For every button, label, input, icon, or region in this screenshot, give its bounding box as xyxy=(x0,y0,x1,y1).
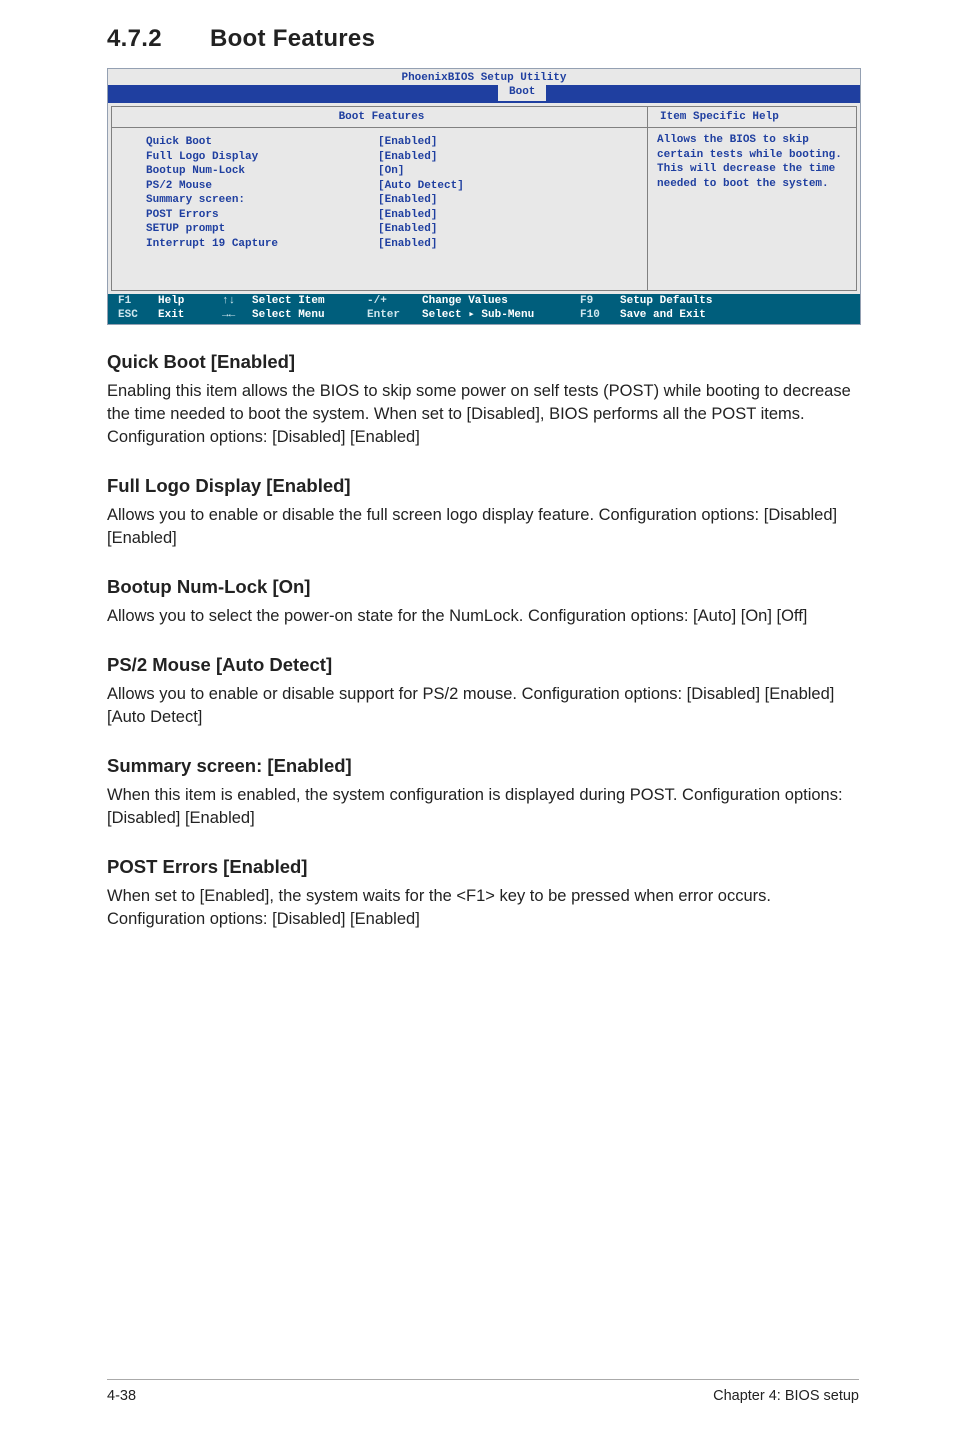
bios-window-title: PhoenixBIOS Setup Utility xyxy=(108,69,860,85)
body-bootup-numlock: Allows you to select the power-on state … xyxy=(107,605,859,628)
label-select-menu: Select Menu xyxy=(252,309,367,323)
footer-keys-4: F9 F10 xyxy=(580,295,620,323)
body-ps2-mouse: Allows you to enable or disable support … xyxy=(107,683,859,729)
footer-labels-4: Setup Defaults Save and Exit xyxy=(620,295,854,323)
option-value: [Enabled] xyxy=(378,208,637,223)
label-change-values: Change Values xyxy=(422,295,580,309)
footer-labels-2: Select Item Select Menu xyxy=(252,295,367,323)
footer-keys-3: -/+ Enter xyxy=(367,295,422,323)
option-interrupt-19-capture[interactable]: Interrupt 19 Capture [Enabled] xyxy=(146,237,637,252)
label-exit: Exit xyxy=(158,309,222,323)
body-summary-screen: When this item is enabled, the system co… xyxy=(107,784,859,830)
label-help: Help xyxy=(158,295,222,309)
left-panel-title: Boot Features xyxy=(112,107,647,128)
option-value: [Enabled] xyxy=(378,135,637,150)
page-footer: 4-38 Chapter 4: BIOS setup xyxy=(107,1379,859,1406)
bios-options-list: Quick Boot [Enabled] Full Logo Display [… xyxy=(112,127,647,290)
key-plusminus: -/+ xyxy=(367,295,422,309)
key-f1: F1 xyxy=(118,295,158,309)
key-updown: ↑↓ xyxy=(222,295,252,309)
option-label: Interrupt 19 Capture xyxy=(146,237,378,252)
bios-window: PhoenixBIOS Setup Utility Boot Boot Feat… xyxy=(107,68,861,325)
bios-left-panel: Boot Features Quick Boot [Enabled] Full … xyxy=(111,106,647,292)
key-f9: F9 xyxy=(580,295,620,309)
page: 4.7.2 Boot Features PhoenixBIOS Setup Ut… xyxy=(0,0,954,1438)
option-summary-screen[interactable]: Summary screen: [Enabled] xyxy=(146,193,637,208)
option-bootup-numlock[interactable]: Bootup Num-Lock [On] xyxy=(146,164,637,179)
footer-keys-1: F1 ESC xyxy=(118,295,158,323)
subhead-full-logo: Full Logo Display [Enabled] xyxy=(107,473,859,499)
help-panel-title: Item Specific Help xyxy=(648,107,856,128)
label-select-item: Select Item xyxy=(252,295,367,309)
option-value: [On] xyxy=(378,164,637,179)
subhead-ps2-mouse: PS/2 Mouse [Auto Detect] xyxy=(107,652,859,678)
section-heading: 4.7.2 Boot Features xyxy=(107,22,859,56)
option-quick-boot[interactable]: Quick Boot [Enabled] xyxy=(146,135,637,150)
option-ps2-mouse[interactable]: PS/2 Mouse [Auto Detect] xyxy=(146,179,637,194)
option-value: [Enabled] xyxy=(378,150,637,165)
subhead-bootup-numlock: Bootup Num-Lock [On] xyxy=(107,574,859,600)
bios-help-panel: Item Specific Help Allows the BIOS to sk… xyxy=(647,106,857,292)
option-value: [Enabled] xyxy=(378,193,637,208)
section-number: 4.7.2 xyxy=(107,22,203,56)
option-label: Quick Boot xyxy=(146,135,378,150)
tabs-spacer xyxy=(108,85,498,101)
option-label: Bootup Num-Lock xyxy=(146,164,378,179)
option-value: [Enabled] xyxy=(378,237,637,252)
option-value: [Enabled] xyxy=(378,222,637,237)
chapter-label: Chapter 4: BIOS setup xyxy=(713,1386,859,1406)
option-setup-prompt[interactable]: SETUP prompt [Enabled] xyxy=(146,222,637,237)
key-leftright: →← xyxy=(222,309,252,323)
option-label: SETUP prompt xyxy=(146,222,378,237)
label-save-exit: Save and Exit xyxy=(620,309,854,323)
help-panel-text: Allows the BIOS to skip certain tests wh… xyxy=(648,127,856,283)
subhead-post-errors: POST Errors [Enabled] xyxy=(107,854,859,880)
key-f10: F10 xyxy=(580,309,620,323)
tab-boot[interactable]: Boot xyxy=(498,85,546,101)
subhead-summary-screen: Summary screen: [Enabled] xyxy=(107,753,859,779)
option-label: PS/2 Mouse xyxy=(146,179,378,194)
footer-labels-1: Help Exit xyxy=(158,295,222,323)
subhead-quick-boot: Quick Boot [Enabled] xyxy=(107,349,859,375)
section-title: Boot Features xyxy=(210,25,375,52)
option-post-errors[interactable]: POST Errors [Enabled] xyxy=(146,208,637,223)
key-esc: ESC xyxy=(118,309,158,323)
tabs-remainder xyxy=(546,85,860,101)
option-label: Full Logo Display xyxy=(146,150,378,165)
option-full-logo-display[interactable]: Full Logo Display [Enabled] xyxy=(146,150,637,165)
option-value: [Auto Detect] xyxy=(378,179,637,194)
label-setup-defaults: Setup Defaults xyxy=(620,295,854,309)
option-label: POST Errors xyxy=(146,208,378,223)
bios-footer: F1 ESC Help Exit ↑↓ →← Select Item Selec… xyxy=(108,294,860,324)
bios-body: Boot Features Quick Boot [Enabled] Full … xyxy=(108,101,860,295)
page-number: 4-38 xyxy=(107,1386,136,1406)
footer-labels-3: Change Values Select ▸ Sub-Menu xyxy=(422,295,580,323)
footer-keys-2: ↑↓ →← xyxy=(222,295,252,323)
bios-menu-bar: Boot xyxy=(108,85,860,101)
body-full-logo: Allows you to enable or disable the full… xyxy=(107,504,859,550)
body-quick-boot: Enabling this item allows the BIOS to sk… xyxy=(107,380,859,449)
tab-boot-label: Boot xyxy=(509,85,535,100)
body-post-errors: When set to [Enabled], the system waits … xyxy=(107,885,859,931)
key-enter: Enter xyxy=(367,309,422,323)
label-select-submenu: Select ▸ Sub-Menu xyxy=(422,309,580,323)
option-label: Summary screen: xyxy=(146,193,378,208)
